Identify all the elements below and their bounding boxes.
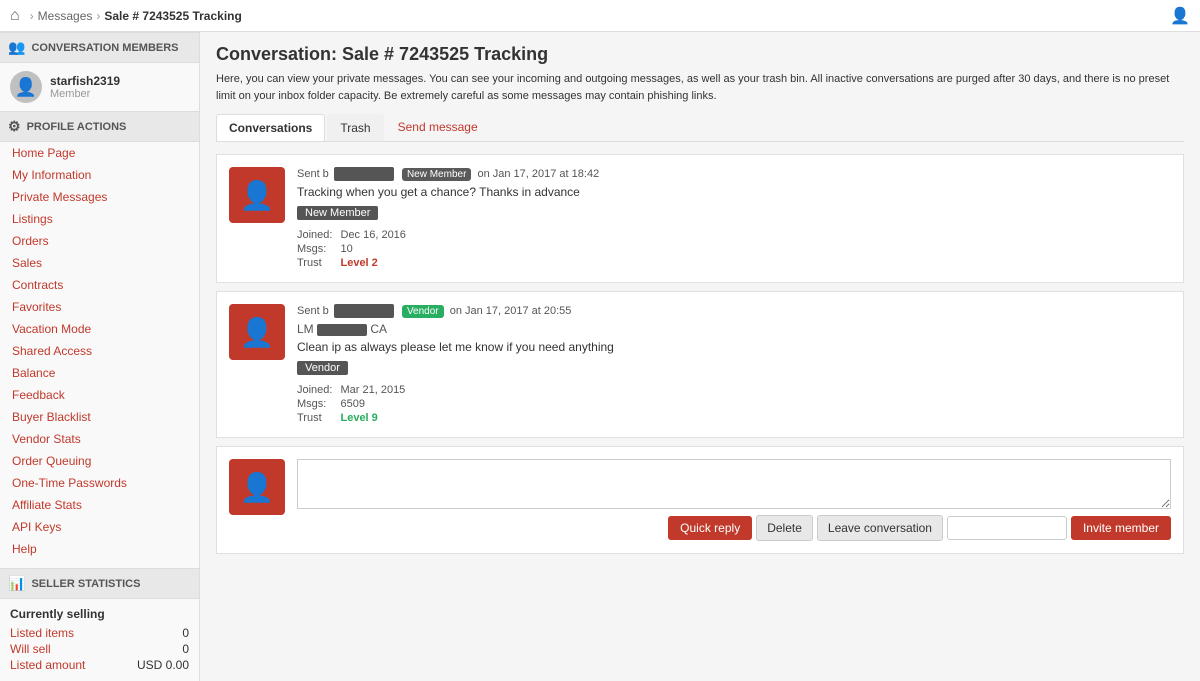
tab-trash[interactable]: Trash [327, 114, 383, 141]
top-nav: ⌂ › Messages › Sale # 7243525 Tracking 👤 [0, 0, 1200, 32]
message-1: 👤 Sent b New Member on Jan 17, 2017 at 1… [216, 154, 1184, 283]
tab-conversations[interactable]: Conversations [216, 114, 325, 141]
message-1-username: New Member [297, 206, 378, 220]
profile-nav: Home Page My Information Private Message… [0, 142, 199, 560]
message-1-meta: Joined:Dec 16, 2016 Msgs:10 TrustLevel 2 [297, 228, 1171, 270]
invite-member-button[interactable]: Invite member [1071, 516, 1171, 540]
nav-home-page[interactable]: Home Page [0, 142, 199, 164]
sender-2-badge: Vendor [402, 305, 444, 318]
nav-contracts[interactable]: Contracts [0, 274, 199, 296]
seller-statistics: Currently selling Listed items 0 Will se… [0, 599, 199, 681]
home-icon[interactable]: ⌂ [10, 7, 20, 25]
breadcrumb-messages[interactable]: Messages [38, 9, 93, 23]
tab-bar: Conversations Trash Send message [216, 114, 1184, 142]
nav-buyer-blacklist[interactable]: Buyer Blacklist [0, 406, 199, 428]
nav-private-messages[interactable]: Private Messages [0, 186, 199, 208]
nav-vendor-stats[interactable]: Vendor Stats [0, 428, 199, 450]
nav-my-information[interactable]: My Information [0, 164, 199, 186]
nav-orders[interactable]: Orders [0, 230, 199, 252]
nav-feedback[interactable]: Feedback [0, 384, 199, 406]
nav-affiliate-stats[interactable]: Affiliate Stats [0, 494, 199, 516]
members-icon: 👥 [8, 39, 25, 56]
message-1-header: Sent b New Member on Jan 17, 2017 at 18:… [297, 167, 1171, 181]
nav-shared-access[interactable]: Shared Access [0, 340, 199, 362]
location-redacted [317, 324, 367, 336]
message-2: 👤 Sent b Vendor on Jan 17, 2017 at 20:55… [216, 291, 1184, 438]
reply-actions: Quick reply Delete Leave conversation In… [297, 515, 1171, 541]
message-2-username: Vendor [297, 361, 348, 375]
message-1-body: Sent b New Member on Jan 17, 2017 at 18:… [297, 167, 1171, 270]
profile-actions-header: ⚙ PROFILE ACTIONS [0, 111, 199, 142]
main-content: Conversation: Sale # 7243525 Tracking He… [200, 32, 1200, 681]
message-2-body: Sent b Vendor on Jan 17, 2017 at 20:55 L… [297, 304, 1171, 425]
reply-block: 👤 Quick reply Delete Leave conversation … [216, 446, 1184, 554]
quick-reply-button[interactable]: Quick reply [668, 516, 752, 540]
layout: 👥 CONVERSATION MEMBERS 👤 starfish2319 Me… [0, 32, 1200, 681]
sender-1-badge: New Member [402, 168, 471, 181]
stat-listed-items: Listed items 0 [10, 625, 189, 641]
tab-send-message[interactable]: Send message [386, 114, 490, 141]
leave-conversation-button[interactable]: Leave conversation [817, 515, 943, 541]
message-2-location: LM CA [297, 322, 1171, 336]
message-2-meta: Joined:Mar 21, 2015 Msgs:6509 TrustLevel… [297, 383, 1171, 425]
nav-api-keys[interactable]: API Keys [0, 516, 199, 538]
reply-body: Quick reply Delete Leave conversation In… [297, 459, 1171, 541]
nav-sales[interactable]: Sales [0, 252, 199, 274]
reply-avatar: 👤 [229, 459, 285, 515]
nav-balance[interactable]: Balance [0, 362, 199, 384]
seller-stats-header: 📊 SELLER STATISTICS [0, 568, 199, 599]
account-icon[interactable]: 👤 [1170, 6, 1190, 26]
stat-listed-amount: Listed amount USD 0.00 [10, 657, 189, 673]
user-info: 👤 starfish2319 Member [0, 63, 199, 111]
stats-icon: 📊 [8, 575, 25, 592]
conversation-members-header: 👥 CONVERSATION MEMBERS [0, 32, 199, 63]
sender-2-redacted [334, 304, 394, 318]
sender-1-redacted [334, 167, 394, 181]
nav-vacation-mode[interactable]: Vacation Mode [0, 318, 199, 340]
user-role: Member [50, 88, 120, 100]
currently-selling-label: Currently selling [10, 607, 189, 621]
nav-order-queuing[interactable]: Order Queuing [0, 450, 199, 472]
message-2-text: Clean ip as always please let me know if… [297, 340, 1171, 354]
message-1-avatar: 👤 [229, 167, 285, 223]
nav-one-time-passwords[interactable]: One-Time Passwords [0, 472, 199, 494]
message-1-text: Tracking when you get a chance? Thanks i… [297, 185, 1171, 199]
breadcrumb-current: Sale # 7243525 Tracking [104, 9, 241, 23]
page-title: Conversation: Sale # 7243525 Tracking [216, 44, 1184, 65]
profile-icon: ⚙ [8, 118, 21, 135]
nav-help[interactable]: Help [0, 538, 199, 560]
nav-listings[interactable]: Listings [0, 208, 199, 230]
page-description: Here, you can view your private messages… [216, 71, 1184, 104]
avatar: 👤 [10, 71, 42, 103]
nav-favorites[interactable]: Favorites [0, 296, 199, 318]
invite-input[interactable] [947, 516, 1067, 540]
reply-textarea[interactable] [297, 459, 1171, 509]
delete-button[interactable]: Delete [756, 515, 813, 541]
stat-will-sell: Will sell 0 [10, 641, 189, 657]
sidebar: 👥 CONVERSATION MEMBERS 👤 starfish2319 Me… [0, 32, 200, 681]
message-2-header: Sent b Vendor on Jan 17, 2017 at 20:55 [297, 304, 1171, 318]
message-2-avatar: 👤 [229, 304, 285, 360]
username: starfish2319 [50, 74, 120, 88]
